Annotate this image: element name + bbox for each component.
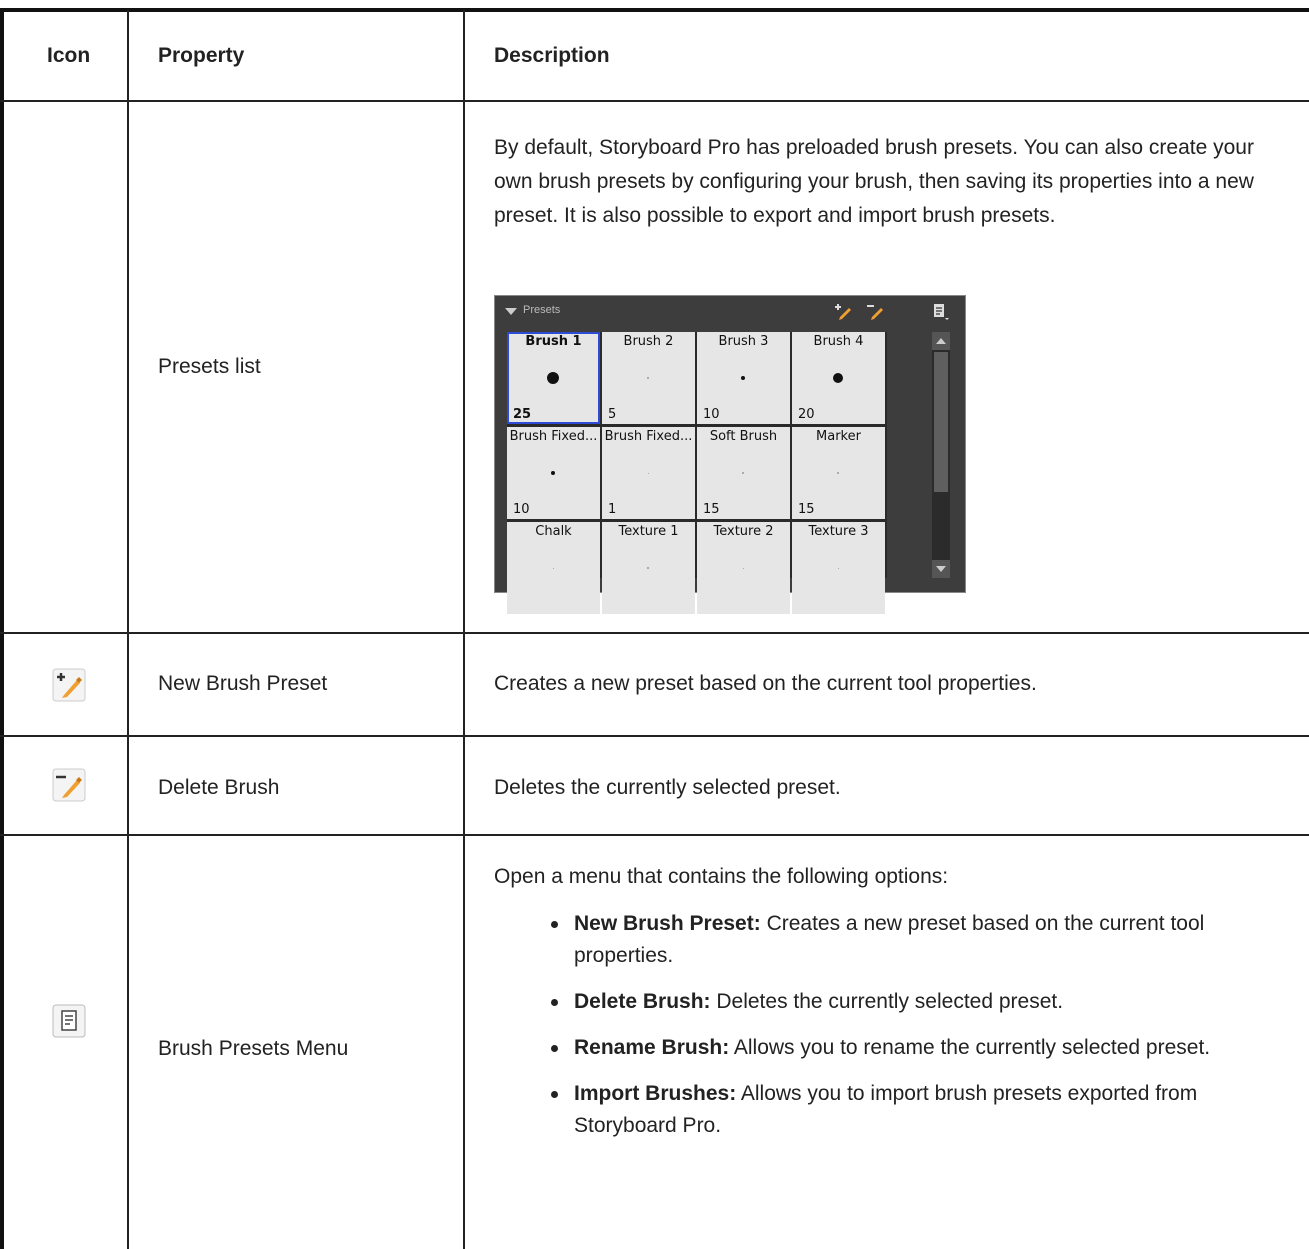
preset-size: 1 <box>608 502 617 517</box>
delete-brush-icon <box>52 768 86 802</box>
preset-tile[interactable]: Chalk <box>507 522 600 614</box>
description-delete-brush: Deletes the currently selected preset. <box>494 776 841 799</box>
presets-scrollbar[interactable] <box>932 332 950 578</box>
option-label: Rename Brush: <box>574 1036 730 1059</box>
bullet-icon <box>551 921 558 928</box>
preset-name: Texture 1 <box>618 524 679 539</box>
description-presets-list: By default, Storyboard Pro has preloaded… <box>494 131 1294 233</box>
option-label: New Brush Preset: <box>574 912 761 935</box>
list-item: Import Brushes: Allows you to import bru… <box>494 1078 1294 1142</box>
table-left-border <box>0 8 4 1249</box>
preset-tile[interactable]: Texture 1 <box>602 522 695 614</box>
header-property: Property <box>158 44 245 67</box>
description-new-brush-preset: Creates a new preset based on the curren… <box>494 672 1037 695</box>
column-divider-2 <box>463 10 465 1249</box>
brush-tip-preview <box>552 567 554 569</box>
property-new-brush-preset: New Brush Preset <box>158 672 328 695</box>
row-divider-1 <box>0 632 1309 634</box>
down-arrow-icon <box>936 566 946 572</box>
column-divider-1 <box>127 10 129 1249</box>
preset-name: Brush 2 <box>623 334 674 349</box>
preset-size: 5 <box>608 407 617 422</box>
preset-name: Soft Brush <box>709 429 778 444</box>
option-label: Delete Brush: <box>574 990 711 1013</box>
preset-tile[interactable]: Brush 2 5 <box>602 332 695 424</box>
bullet-icon <box>551 1091 558 1098</box>
brush-tip-preview <box>551 471 555 475</box>
preset-size: 15 <box>703 502 720 517</box>
description-text: By default, Storyboard Pro has preloaded… <box>494 136 1254 227</box>
list-item: New Brush Preset: Creates a new preset b… <box>494 908 1294 972</box>
menu-options-list: New Brush Preset: Creates a new preset b… <box>494 908 1294 1156</box>
brush-tip-preview <box>837 567 839 569</box>
preset-name: Texture 3 <box>808 524 869 539</box>
preset-name: Brush Fixed... <box>509 429 598 444</box>
preset-tile[interactable]: Brush Fixed... 1 <box>602 427 695 519</box>
preset-name: Brush 3 <box>718 334 769 349</box>
brush-tip-preview <box>547 372 559 384</box>
bullet-icon <box>551 1045 558 1052</box>
property-presets-list: Presets list <box>158 355 261 378</box>
header-icon: Icon <box>47 44 91 67</box>
presets-panel-title: Presets <box>523 304 561 316</box>
preset-size: 20 <box>798 407 815 422</box>
delete-brush-icon[interactable] <box>867 302 885 320</box>
up-arrow-icon <box>936 338 946 344</box>
preset-name: Brush 4 <box>813 334 864 349</box>
list-item: Rename Brush: Allows you to rename the c… <box>494 1032 1294 1064</box>
list-item: Delete Brush: Deletes the currently sele… <box>494 986 1294 1018</box>
preset-size: 10 <box>513 502 530 517</box>
brush-tip-preview <box>837 472 839 474</box>
brush-presets-menu-icon[interactable] <box>932 303 950 321</box>
properties-table: Icon Property Description Presets list B… <box>0 0 1309 1249</box>
preset-size: 15 <box>798 502 815 517</box>
description-brush-presets-menu: Open a menu that contains the following … <box>494 865 949 888</box>
header-description: Description <box>494 44 610 67</box>
preset-name: Brush Fixed... <box>604 429 693 444</box>
preset-tile[interactable]: Brush Fixed... 10 <box>507 427 600 519</box>
preset-tile[interactable]: Brush 1 25 <box>507 332 600 424</box>
preset-name: Texture 2 <box>713 524 774 539</box>
row-divider-header <box>0 100 1309 102</box>
preset-name: Marker <box>816 429 861 444</box>
new-brush-preset-icon[interactable] <box>835 302 853 320</box>
row-divider-3 <box>0 834 1309 836</box>
preset-size: 10 <box>703 407 720 422</box>
preset-tile[interactable]: Marker 15 <box>792 427 885 519</box>
bullet-icon <box>551 999 558 1006</box>
collapse-triangle-icon[interactable] <box>505 308 517 315</box>
presets-grid: Brush 1 25 Brush 2 5 Brush 3 10 Brush 4 20 Brush… <box>507 332 887 614</box>
table-top-border <box>0 8 1309 12</box>
brush-tip-preview <box>741 376 745 380</box>
brush-tip-preview <box>742 472 744 474</box>
brush-tip-preview <box>647 377 649 379</box>
preset-name: Chalk <box>535 524 572 539</box>
property-delete-brush: Delete Brush <box>158 776 280 799</box>
presets-panel: Presets Brush 1 25 Brush 2 5 Brush 3 10 Brush … <box>494 295 966 614</box>
scroll-thumb[interactable] <box>934 352 948 492</box>
property-brush-presets-menu: Brush Presets Menu <box>158 1037 349 1060</box>
option-text: Allows you to rename the currently selec… <box>729 1036 1211 1059</box>
brush-presets-menu-icon <box>52 1004 86 1038</box>
scroll-up-button[interactable] <box>932 332 950 350</box>
preset-size: 25 <box>513 407 532 422</box>
option-text: Deletes the currently selected preset. <box>710 990 1064 1013</box>
brush-tip-preview <box>833 373 843 383</box>
preset-tile[interactable]: Soft Brush 15 <box>697 427 790 519</box>
preset-name: Brush 1 <box>525 334 582 349</box>
brush-tip-preview <box>647 567 649 569</box>
scroll-down-button[interactable] <box>932 560 950 578</box>
option-label: Import Brushes: <box>574 1082 737 1105</box>
brush-tip-preview <box>742 567 744 569</box>
presets-panel-header: Presets <box>495 296 965 326</box>
row-divider-2 <box>0 735 1309 737</box>
preset-tile[interactable]: Brush 4 20 <box>792 332 885 424</box>
preset-tile[interactable]: Texture 2 <box>697 522 790 614</box>
new-brush-preset-icon <box>52 668 86 702</box>
brush-tip-preview <box>647 472 649 474</box>
preset-tile[interactable]: Texture 3 <box>792 522 885 614</box>
preset-tile[interactable]: Brush 3 10 <box>697 332 790 424</box>
